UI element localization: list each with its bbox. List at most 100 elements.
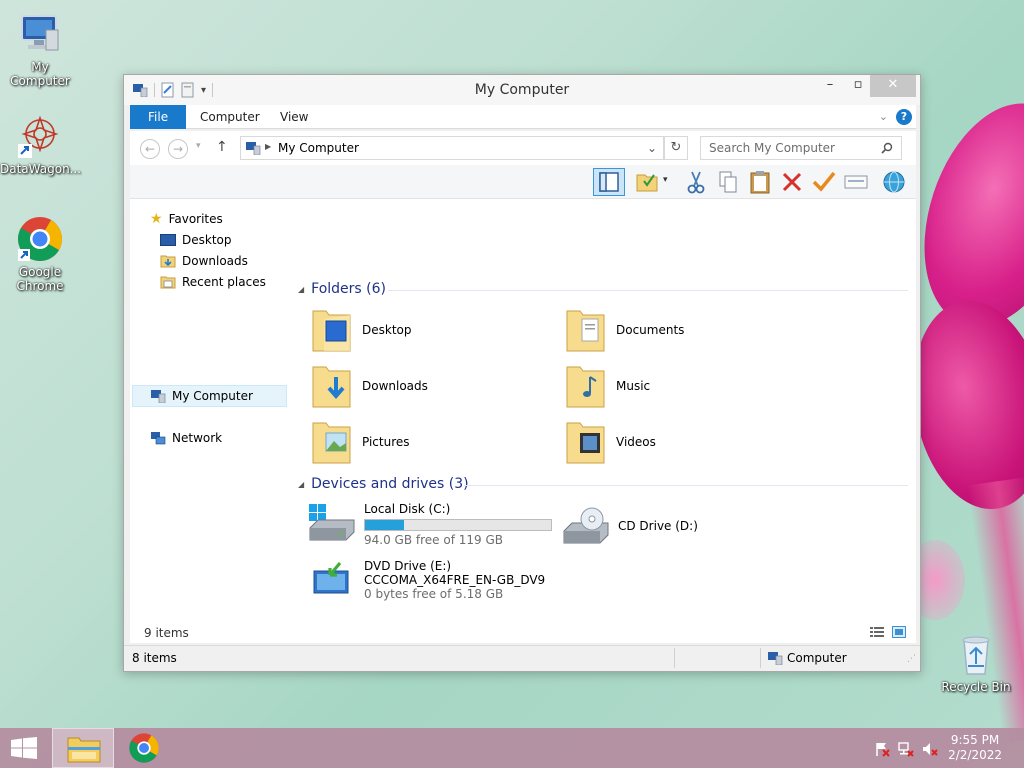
select-folder-button[interactable] <box>634 169 662 195</box>
nav-recent-places[interactable]: Recent places <box>160 272 266 292</box>
address-dropdown-icon[interactable]: ⌄ <box>647 141 657 155</box>
wallpaper-stem <box>967 477 1024 743</box>
drive-volume-label: CCCOMA_X64FRE_EN-GB_DV9 <box>364 573 546 587</box>
folder-label: Documents <box>616 323 685 337</box>
navigation-pane: ★ Favorites Desktop Downloads Recent pla… <box>130 199 290 643</box>
refresh-button[interactable]: ↻ <box>664 136 688 160</box>
desktop-icon-label: DataWagon... <box>0 162 82 176</box>
nav-label: Favorites <box>168 212 223 226</box>
tab-view[interactable]: View <box>266 105 322 129</box>
chrome-icon <box>16 215 64 263</box>
tab-computer[interactable]: Computer <box>186 105 274 129</box>
search-input[interactable]: Search My Computer <box>700 136 902 160</box>
large-icons-view-icon[interactable] <box>892 626 906 638</box>
resize-grip-icon[interactable]: ⋰ <box>907 654 916 664</box>
windows-drive-icon <box>309 504 355 541</box>
nav-network[interactable]: Network <box>150 428 222 448</box>
windows-logo-icon <box>11 737 37 759</box>
computer-icon <box>16 10 64 58</box>
desktop-icon <box>160 234 176 246</box>
nav-my-computer[interactable]: My Computer <box>150 386 253 406</box>
desktop-icon-google-chrome[interactable]: Google Chrome <box>0 215 80 293</box>
star-icon: ★ <box>150 211 163 227</box>
taskbar-file-explorer[interactable] <box>52 728 114 768</box>
folder-downloads[interactable]: Downloads <box>310 361 428 411</box>
item-count: 9 items <box>144 626 189 640</box>
folder-videos[interactable]: Videos <box>564 417 656 467</box>
desktop-icon-datawagon[interactable]: DataWagon... <box>0 112 82 176</box>
volume-muted-icon[interactable] <box>922 741 938 757</box>
cd-drive-icon <box>563 507 609 544</box>
forward-button[interactable]: → <box>168 139 188 159</box>
collapse-icon[interactable]: ◢ <box>298 285 304 294</box>
rename-button[interactable] <box>810 169 838 195</box>
breadcrumb-chevron-icon[interactable]: ▶ <box>265 142 271 151</box>
taskbar-google-chrome[interactable] <box>114 728 176 768</box>
file-explorer-icon <box>67 737 101 763</box>
folder-pictures[interactable]: Pictures <box>310 417 410 467</box>
downloads-icon <box>160 255 176 268</box>
search-placeholder: Search My Computer <box>709 141 835 155</box>
status-location: Computer <box>787 651 847 665</box>
expand-ribbon-icon[interactable]: ⌄ <box>879 110 888 123</box>
status-item-count: 8 items <box>132 651 177 665</box>
select-dropdown-icon[interactable]: ▾ <box>663 175 668 185</box>
nav-desktop[interactable]: Desktop <box>160 230 232 250</box>
drive-label: Local Disk (C:) <box>364 502 451 516</box>
desktop-icon-my-computer[interactable]: My Computer <box>0 10 80 88</box>
drive-dvd-e[interactable]: DVD Drive (E:) CCCOMA_X64FRE_EN-GB_DV9 0… <box>310 559 545 601</box>
paste-button[interactable] <box>746 169 774 195</box>
desktop-icon-recycle-bin[interactable]: Recycle Bin <box>936 630 1016 694</box>
collapse-icon[interactable]: ◢ <box>298 480 304 489</box>
details-view-icon[interactable] <box>870 626 884 638</box>
window-title: My Computer <box>474 82 570 98</box>
preview-pane-button[interactable] <box>593 168 625 196</box>
group-header-folders[interactable]: ◢ Folders (6) <box>298 281 386 297</box>
drive-label: CD Drive (D:) <box>618 519 698 533</box>
address-bar[interactable]: ▶ My Computer ⌄ <box>240 136 664 160</box>
back-button[interactable]: ← <box>140 139 160 159</box>
nav-favorites[interactable]: ★ Favorites <box>150 209 223 229</box>
copy-button[interactable] <box>714 169 742 195</box>
recent-places-icon <box>160 276 176 289</box>
ribbon-tabs: File Computer View ⌄ ? <box>130 105 916 129</box>
start-button[interactable] <box>0 728 48 768</box>
maximize-button[interactable]: ▫ <box>844 75 872 97</box>
delete-button[interactable] <box>778 169 806 195</box>
folder-documents[interactable]: Documents <box>564 305 684 355</box>
folder-label: Downloads <box>362 379 428 393</box>
breadcrumb[interactable]: My Computer <box>278 141 359 155</box>
up-button[interactable]: ↑ <box>216 139 228 155</box>
minimize-button[interactable]: – <box>816 75 844 97</box>
folder-music[interactable]: Music <box>564 361 650 411</box>
computer-icon <box>768 652 783 665</box>
network-status-icon[interactable] <box>898 741 914 757</box>
nav-label: Network <box>172 431 223 445</box>
computer-icon <box>151 390 166 403</box>
videos-folder-icon <box>566 422 605 464</box>
network-globe-button[interactable] <box>880 169 908 195</box>
recent-locations-icon[interactable]: ▾ <box>196 141 201 151</box>
group-divider <box>388 290 908 291</box>
group-header-devices[interactable]: ◢ Devices and drives (3) <box>298 476 469 492</box>
taskbar: 9:55 PM 2/2/2022 <box>0 728 1024 768</box>
pictures-folder-icon <box>312 422 351 464</box>
action-center-flag-icon[interactable] <box>874 741 890 757</box>
drive-info: Local Disk (C:) 94.0 GB free of 119 GB <box>364 502 552 547</box>
cut-button[interactable] <box>682 169 710 195</box>
nav-downloads[interactable]: Downloads <box>160 251 248 271</box>
close-button[interactable]: ✕ <box>870 75 916 97</box>
title-bar[interactable]: ▾ My Computer – ▫ ✕ <box>124 75 920 105</box>
system-clock[interactable]: 9:55 PM 2/2/2022 <box>948 733 1002 763</box>
properties-button[interactable] <box>842 169 870 195</box>
group-title: Devices and drives (3) <box>311 476 469 492</box>
tab-file[interactable]: File <box>130 105 187 129</box>
content-area: ★ Favorites Desktop Downloads Recent pla… <box>130 199 916 643</box>
drive-local-disk-c[interactable]: Local Disk (C:) 94.0 GB free of 119 GB <box>308 502 552 547</box>
clock-time: 9:55 PM <box>950 733 1000 747</box>
status-divider <box>674 648 675 668</box>
drive-cd-d[interactable]: CD Drive (D:) <box>562 505 698 547</box>
folder-desktop[interactable]: Desktop <box>310 305 412 355</box>
search-icon[interactable] <box>881 142 893 154</box>
help-icon[interactable]: ? <box>896 109 912 125</box>
